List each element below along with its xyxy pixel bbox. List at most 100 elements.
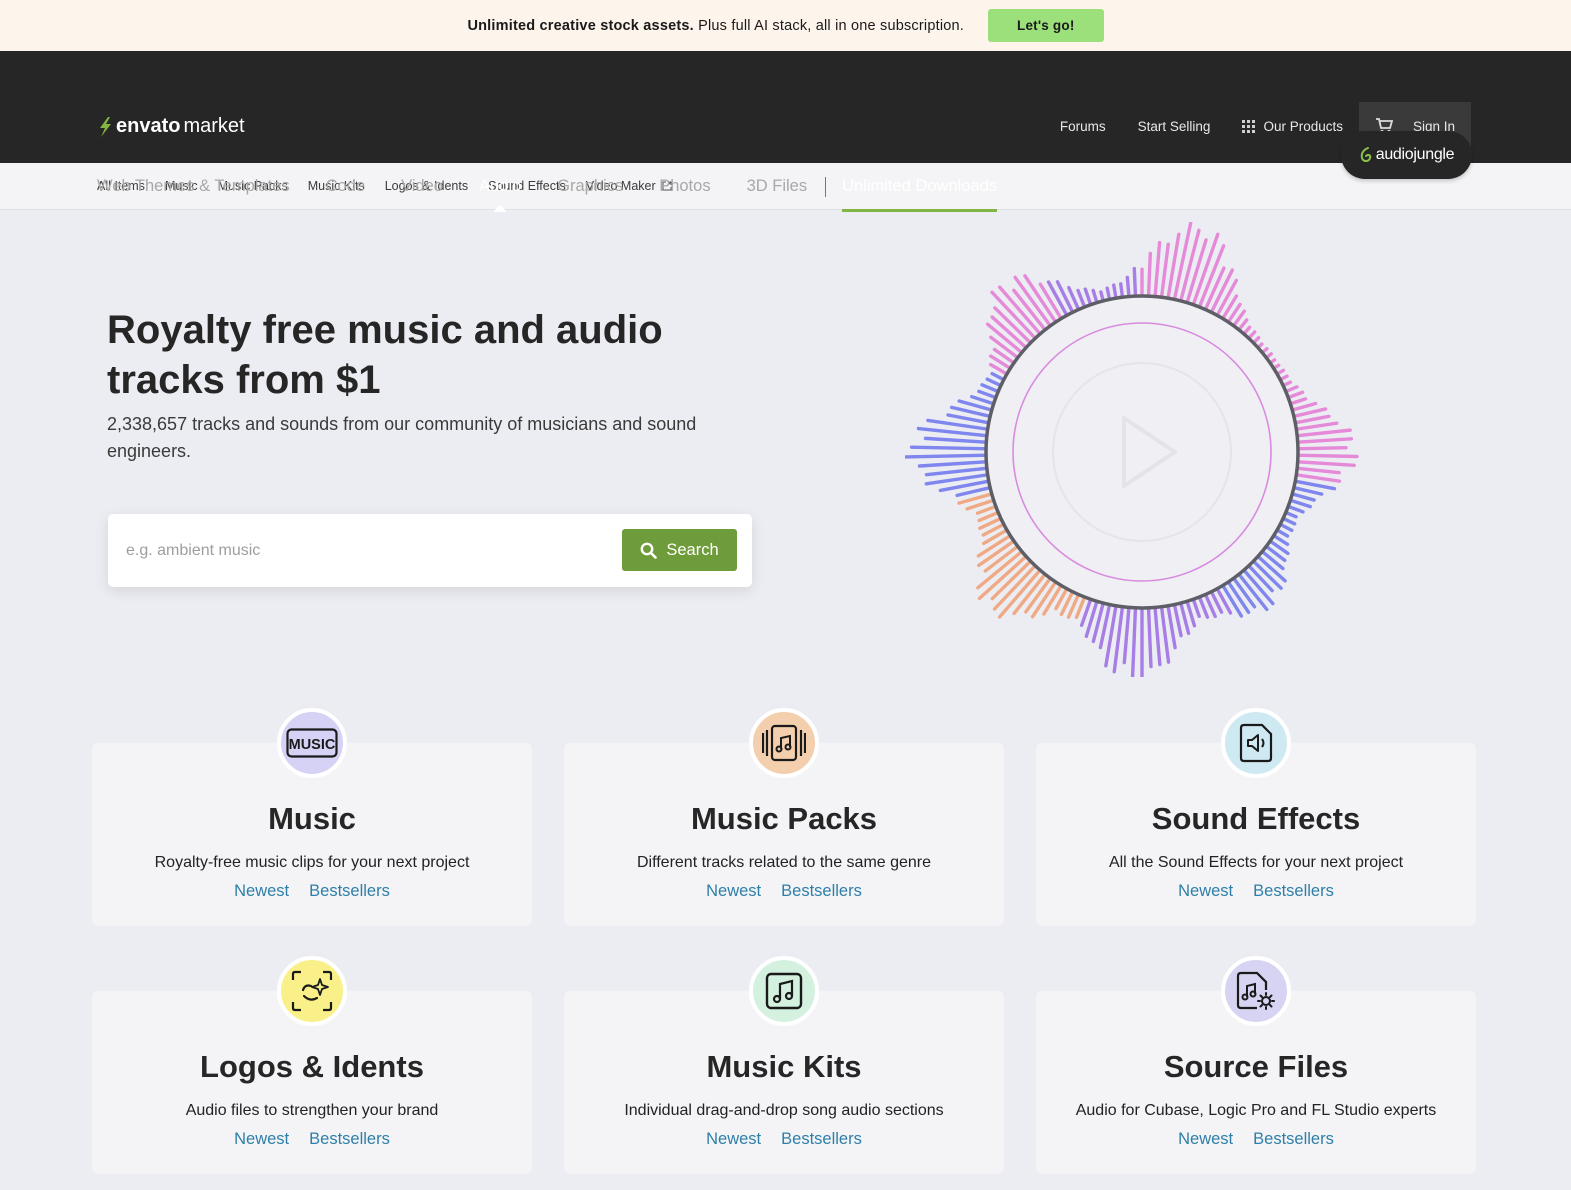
card-description: Different tracks related to the same gen… bbox=[636, 854, 932, 871]
envato-market-logo[interactable]: envato market bbox=[97, 115, 245, 138]
waveform-bar bbox=[1153, 240, 1162, 301]
audio-visualizer-play-icon bbox=[905, 222, 1359, 677]
card-description: All the Sound Effects for your next proj… bbox=[1108, 854, 1404, 871]
hero-subtitle: 2,338,657 tracks and sounds from our com… bbox=[107, 414, 697, 461]
waveform-bar bbox=[992, 562, 1039, 611]
card-title: Music Kits bbox=[706, 1049, 862, 1084]
nav-audio[interactable]: Audio bbox=[479, 164, 521, 212]
waveform-bar bbox=[1146, 604, 1153, 669]
card-title: Music Packs bbox=[690, 801, 878, 836]
card-title: Sound Effects bbox=[1151, 801, 1361, 836]
music-note-box-icon bbox=[749, 956, 819, 1026]
waveform-bar bbox=[923, 436, 991, 445]
nav-code[interactable]: Code bbox=[326, 164, 365, 212]
search-box: Search bbox=[108, 514, 752, 587]
waveform-bar bbox=[1293, 437, 1354, 445]
brand-word-envato: envato bbox=[116, 115, 181, 137]
waveform-bar bbox=[917, 459, 991, 468]
category-card-music-kits[interactable]: Music Kits Individual drag-and-drop song… bbox=[564, 956, 1004, 1174]
waveform-bar bbox=[1159, 603, 1171, 664]
bestsellers-link[interactable]: Bestsellers bbox=[309, 1130, 390, 1149]
nav-graphics[interactable]: Graphics bbox=[557, 164, 623, 212]
waveform-bar bbox=[924, 466, 991, 477]
bestsellers-link[interactable]: Bestsellers bbox=[309, 882, 390, 901]
nav-3d-files[interactable]: 3D Files bbox=[747, 164, 808, 212]
search-button[interactable]: Search bbox=[622, 529, 737, 571]
newest-link[interactable]: Newest bbox=[706, 1130, 761, 1149]
card-description: Royalty-free music clips for your next p… bbox=[154, 854, 470, 871]
waveform-bar bbox=[1153, 603, 1162, 667]
bestsellers-link[interactable]: Bestsellers bbox=[1253, 1130, 1334, 1149]
promo-rest-text: Plus full AI stack, all in one subscript… bbox=[693, 17, 965, 34]
waveform-bar bbox=[1159, 242, 1170, 301]
card-links: Newest Bestsellers bbox=[1036, 882, 1476, 901]
grid-icon bbox=[1242, 119, 1256, 133]
category-card-music-packs[interactable]: Music Packs Different tracks related to … bbox=[564, 708, 1004, 926]
audiojungle-swirl-icon bbox=[1360, 147, 1371, 162]
promo-bold-text: Unlimited creative stock assets. bbox=[467, 17, 694, 34]
category-card-music[interactable]: MUSIC Music Royalty-free music clips for… bbox=[92, 708, 532, 926]
promo-cta-button[interactable]: Let's go! bbox=[988, 9, 1104, 42]
waveform-bar bbox=[1294, 446, 1348, 451]
nav-photos[interactable]: Photos bbox=[659, 164, 710, 212]
waveform-bar bbox=[1122, 603, 1131, 665]
site-header: envato market Forums Start Selling Our Pr… bbox=[0, 51, 1571, 212]
waveform-bar bbox=[1172, 600, 1183, 638]
newest-link[interactable]: Newest bbox=[234, 882, 289, 901]
nav-divider bbox=[825, 177, 827, 197]
start-selling-link[interactable]: Start Selling bbox=[1138, 119, 1211, 134]
search-input[interactable] bbox=[126, 532, 606, 570]
waveform-bar bbox=[1291, 414, 1331, 425]
waveform-bar bbox=[1013, 275, 1054, 330]
card-title: Source Files bbox=[1163, 1049, 1349, 1084]
card-title: Logos & Idents bbox=[200, 1049, 424, 1084]
waveform-bar bbox=[1290, 485, 1324, 496]
card-description: Individual drag-and-drop song audio sect… bbox=[624, 1102, 944, 1119]
waveform-bar bbox=[909, 445, 990, 451]
card-links: Newest Bestsellers bbox=[564, 1130, 1004, 1149]
speaker-file-icon bbox=[1221, 708, 1291, 778]
card-links: Newest Bestsellers bbox=[92, 882, 532, 901]
waveform-bar bbox=[976, 548, 1026, 590]
newest-link[interactable]: Newest bbox=[1178, 1130, 1233, 1149]
music-text-icon: MUSIC bbox=[277, 708, 347, 778]
search-icon bbox=[640, 542, 658, 559]
category-card-sound-effects[interactable]: Sound Effects All the Sound Effects for … bbox=[1036, 708, 1476, 926]
brand-word-market: market bbox=[183, 115, 245, 137]
waveform-bar bbox=[1288, 401, 1318, 413]
audiojungle-label: audiojungle bbox=[1375, 146, 1455, 163]
card-links: Newest Bestsellers bbox=[564, 882, 1004, 901]
forums-link[interactable]: Forums bbox=[1060, 119, 1106, 134]
music-pack-icon bbox=[749, 708, 819, 778]
nav-web-themes[interactable]: Web Themes & Templates bbox=[97, 164, 290, 212]
promo-text: Unlimited creative stock assets. Plus fu… bbox=[467, 18, 964, 34]
category-card-logos-idents[interactable]: Logos & Idents Audio files to strengthen… bbox=[92, 956, 532, 1174]
newest-link[interactable]: Newest bbox=[1178, 882, 1233, 901]
bestsellers-link[interactable]: Bestsellers bbox=[781, 882, 862, 901]
bestsellers-link[interactable]: Bestsellers bbox=[1253, 882, 1334, 901]
nav-unlimited-downloads[interactable]: Unlimited Downloads bbox=[842, 164, 998, 212]
envato-leaf-icon bbox=[100, 116, 111, 137]
our-products-label: Our Products bbox=[1263, 118, 1343, 134]
waveform-bar bbox=[1293, 428, 1352, 438]
file-gear-icon bbox=[1221, 956, 1291, 1026]
waveform-bar bbox=[1293, 459, 1356, 468]
waveform-bar bbox=[1258, 548, 1285, 571]
hero-title: Royalty free music and audio tracks from… bbox=[107, 308, 663, 402]
category-nav: Web Themes & Templates Code Video Audio … bbox=[97, 164, 1033, 212]
waveform-bar bbox=[1055, 280, 1076, 316]
bestsellers-link[interactable]: Bestsellers bbox=[781, 1130, 862, 1149]
nav-video[interactable]: Video bbox=[401, 164, 443, 212]
card-links: Newest Bestsellers bbox=[92, 1130, 532, 1149]
our-products-menu[interactable]: Our Products bbox=[1242, 119, 1343, 134]
svg-text:MUSIC: MUSIC bbox=[289, 737, 336, 753]
card-title: Music bbox=[268, 801, 356, 836]
newest-link[interactable]: Newest bbox=[706, 882, 761, 901]
audiojungle-badge[interactable]: audiojungle bbox=[1341, 131, 1472, 179]
search-button-label: Search bbox=[666, 540, 719, 559]
card-links: Newest Bestsellers bbox=[1036, 1130, 1476, 1149]
waveform-bar bbox=[1292, 421, 1339, 432]
newest-link[interactable]: Newest bbox=[234, 1130, 289, 1149]
category-card-source-files[interactable]: Source Files Audio for Cubase, Logic Pro… bbox=[1036, 956, 1476, 1174]
promo-banner: Unlimited creative stock assets. Plus fu… bbox=[0, 0, 1571, 51]
